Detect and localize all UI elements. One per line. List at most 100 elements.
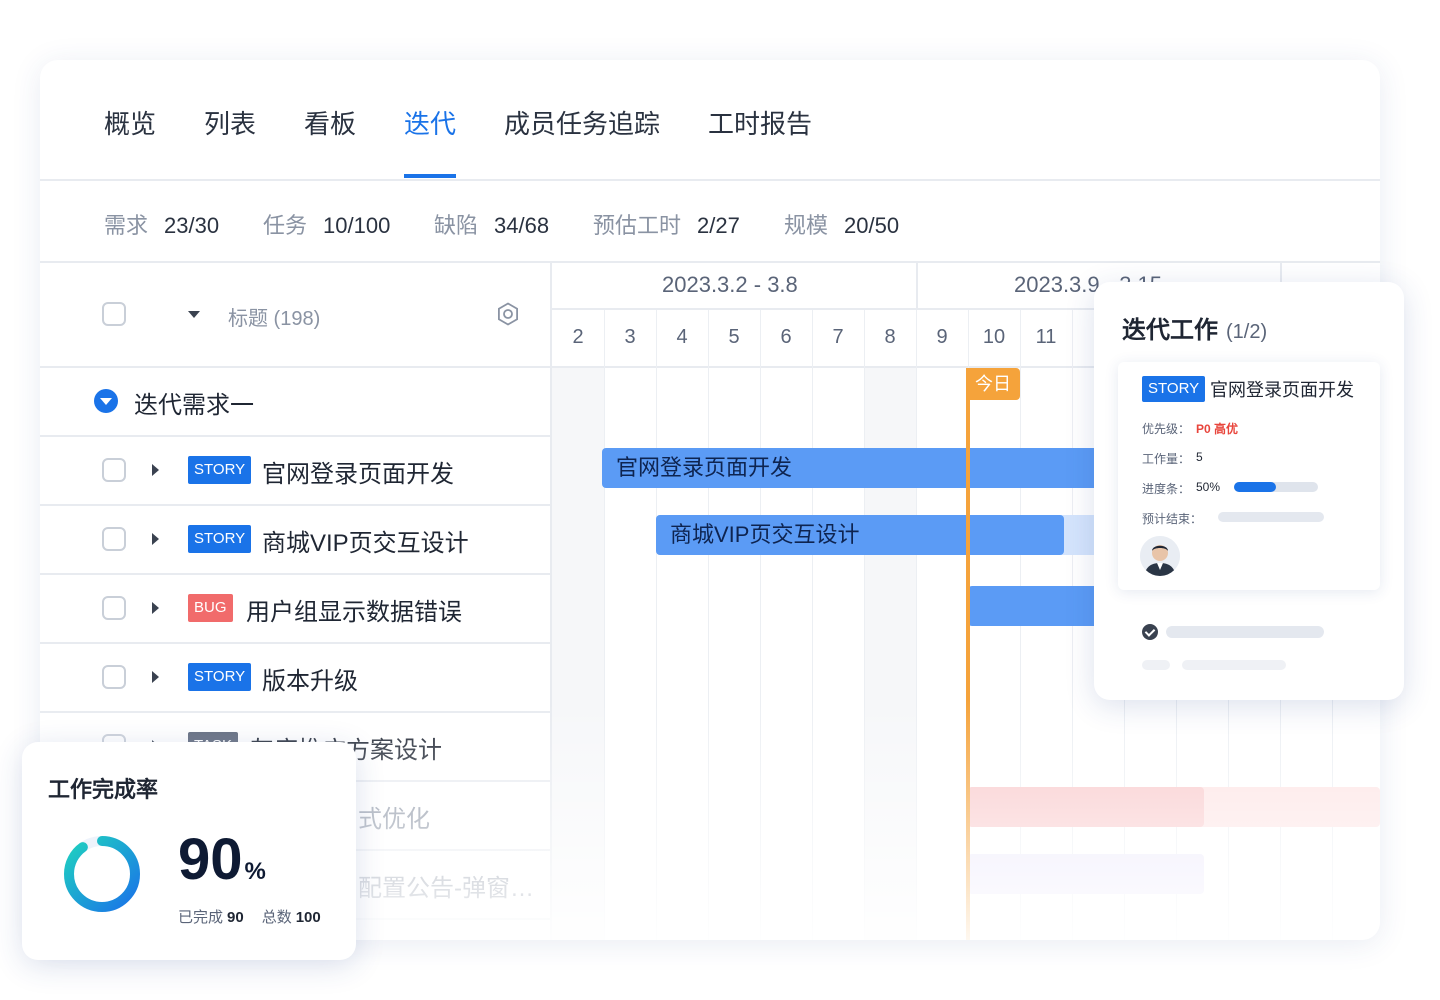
panel-count: (1/2) — [1226, 321, 1268, 343]
placeholder-line — [1142, 660, 1170, 670]
completion-number: 90 — [178, 827, 243, 892]
row-checkbox[interactable] — [102, 458, 126, 482]
due-placeholder — [1218, 512, 1324, 522]
day-label: 3 — [624, 326, 636, 348]
progress-label: 进度条： — [1142, 482, 1191, 496]
day-label: 8 — [884, 326, 896, 348]
progress-track — [1234, 482, 1318, 492]
row-checkbox[interactable] — [102, 527, 126, 551]
completion-value: 90% — [178, 828, 266, 904]
day-label: 11 — [1035, 326, 1057, 348]
workload-label: 工作量： — [1142, 452, 1191, 466]
priority-label: 优先级： — [1142, 422, 1191, 436]
collapse-circle-icon[interactable] — [94, 389, 118, 413]
tab-overview[interactable]: 概览 — [104, 104, 156, 178]
today-flag: 今日 — [966, 368, 1020, 400]
progress-value: 50% — [1196, 480, 1221, 494]
sort-caret-icon[interactable] — [188, 311, 200, 318]
grid-line — [760, 310, 761, 940]
stat-defects: 缺陷 34/68 — [434, 208, 549, 240]
checked-circle-icon — [1142, 624, 1158, 640]
list-header: 标题 (198) — [40, 262, 550, 368]
group-row[interactable]: 迭代需求一 — [40, 368, 550, 437]
stat-label: 预估工时 — [593, 213, 682, 238]
item-title[interactable]: 官网登录页面开发 — [262, 454, 454, 489]
stat-value: 23/30 — [164, 213, 220, 238]
day-label: 4 — [676, 326, 688, 348]
list-item[interactable]: STORY 版本升级 — [40, 644, 550, 713]
group-title: 迭代需求一 — [134, 392, 254, 419]
tab-board[interactable]: 看板 — [304, 104, 356, 178]
gantt-bar[interactable]: 商城VIP页交互设计 — [656, 515, 1064, 555]
completion-title: 工作完成率 — [48, 777, 159, 802]
day-label: 5 — [728, 326, 740, 348]
stat-label: 任务 — [263, 213, 308, 238]
stat-label: 规模 — [784, 213, 829, 238]
assignee-avatar[interactable] — [1140, 536, 1180, 576]
type-tag: STORY — [188, 525, 252, 553]
tab-timesheet[interactable]: 工时报告 — [708, 104, 812, 178]
grid-line — [656, 310, 657, 940]
row-checkbox[interactable] — [102, 665, 126, 689]
item-title[interactable]: 商城VIP页交互设计 — [262, 523, 469, 558]
stats-bar: 需求 23/30 任务 10/100 缺陷 34/68 预估工时 2/27 规模 20/5… — [40, 181, 1380, 263]
expand-caret-icon[interactable] — [152, 671, 159, 683]
day-label: 9 — [936, 326, 948, 348]
tab-list[interactable]: 列表 — [204, 104, 256, 178]
type-tag: STORY — [188, 456, 252, 484]
item-title[interactable]: 式优化 — [358, 799, 430, 834]
placeholder-line — [1182, 660, 1286, 670]
work-item-card[interactable]: STORY 官网登录页面开发 优先级： P0 高优 工作量： 5 进度条： 50… — [1118, 362, 1380, 590]
weekend-column — [552, 368, 604, 940]
select-all-checkbox[interactable] — [102, 302, 126, 326]
tab-bar: 概览 列表 看板 迭代 成员任务追踪 工时报告 — [40, 60, 1380, 181]
total-value: 100 — [295, 909, 321, 926]
today-marker-line — [966, 368, 970, 940]
item-title[interactable]: 配置公告-弹窗… — [358, 868, 534, 903]
list-item[interactable]: STORY 商城VIP页交互设计 — [40, 506, 550, 575]
week-label: 2023.3.2 - 3.8 — [662, 272, 798, 297]
total-label: 总数 — [261, 909, 292, 926]
row-checkbox[interactable] — [102, 596, 126, 620]
expand-caret-icon[interactable] — [152, 602, 159, 614]
stat-requirements: 需求 23/30 — [104, 208, 219, 240]
grid-line — [708, 310, 709, 940]
type-tag: STORY — [188, 663, 252, 691]
completion-unit: % — [244, 858, 266, 885]
type-tag: STORY — [1142, 376, 1206, 402]
stat-tasks: 任务 10/100 — [263, 208, 390, 240]
expand-caret-icon[interactable] — [152, 533, 159, 545]
day-label: 10 — [982, 326, 1006, 348]
stat-estimated-hours: 预估工时 2/27 — [593, 208, 740, 240]
gantt-bar[interactable] — [968, 854, 1204, 894]
gantt-bar[interactable] — [968, 787, 1204, 827]
completion-donut — [54, 826, 150, 922]
tab-member-tracking[interactable]: 成员任务追踪 — [504, 104, 660, 178]
list-item[interactable]: STORY 官网登录页面开发 — [40, 437, 550, 506]
workload-value: 5 — [1196, 450, 1203, 464]
iteration-work-panel: 迭代工作 (1/2) STORY 官网登录页面开发 优先级： P0 高优 工作量：… — [1094, 282, 1404, 700]
expand-caret-icon[interactable] — [152, 464, 159, 476]
item-title[interactable]: 版本升级 — [262, 661, 358, 696]
stat-value: 34/68 — [494, 213, 550, 238]
week-divider — [916, 262, 918, 308]
priority-value: P0 高优 — [1196, 422, 1239, 436]
grid-line — [604, 310, 605, 940]
type-tag: BUG — [188, 594, 233, 622]
day-label: 6 — [780, 326, 792, 348]
progress-fill — [1234, 482, 1276, 492]
done-value: 90 — [227, 909, 244, 926]
panel-title-text: 迭代工作 — [1122, 317, 1218, 344]
stat-value: 20/50 — [844, 213, 900, 238]
tab-iteration[interactable]: 迭代 — [404, 104, 457, 178]
placeholder-line — [1166, 626, 1324, 638]
item-title[interactable]: 用户组显示数据错误 — [246, 592, 462, 627]
stat-label: 需求 — [104, 213, 149, 238]
list-item[interactable]: BUG 用户组显示数据错误 — [40, 575, 550, 644]
completion-rate-card: 工作完成率 90% 已完成 90 总数 100 — [22, 742, 356, 960]
gantt-bar[interactable]: 官网登录页面开发 — [602, 448, 1162, 488]
title-column-header: 标题 (198) — [228, 308, 321, 330]
grid-line — [916, 310, 917, 940]
settings-gear-icon[interactable] — [496, 302, 520, 326]
grid-line — [864, 310, 865, 940]
